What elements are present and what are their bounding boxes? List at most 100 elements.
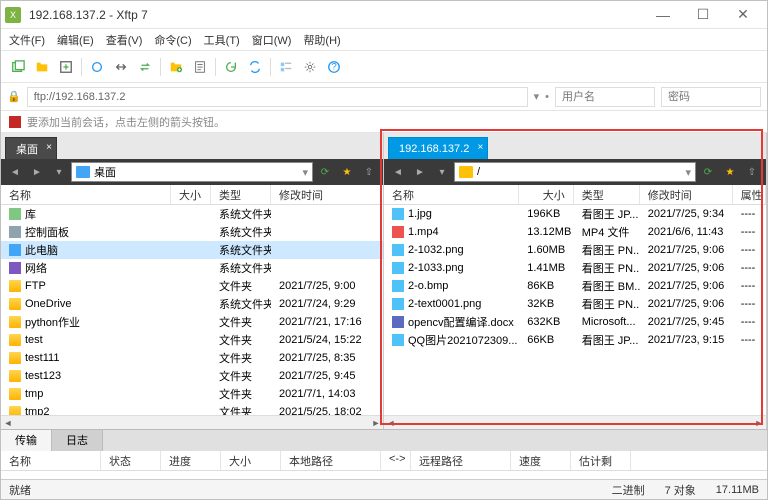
file-row[interactable]: test123文件夹2021/7/25, 9:45	[1, 367, 383, 385]
transfer-col[interactable]: 进度	[161, 451, 221, 470]
local-file-list[interactable]: 库系统文件夹控制面板系统文件夹此电脑系统文件夹网络系统文件夹FTP文件夹2021…	[1, 205, 383, 415]
back-icon[interactable]: ◄	[5, 162, 25, 182]
file-row[interactable]: 2-o.bmp86KB看图王 BM...2021/7/25, 9:06----	[384, 277, 766, 295]
properties-icon[interactable]	[189, 56, 211, 78]
transfer-col[interactable]: 估计剩	[571, 451, 631, 470]
back-icon[interactable]: ◄	[388, 162, 408, 182]
password-input[interactable]	[661, 87, 761, 107]
help-icon[interactable]: ?	[323, 56, 345, 78]
file-row[interactable]: QQ图片2021072309...66KB看图王 JP...2021/7/23,…	[384, 331, 766, 349]
file-row[interactable]: 控制面板系统文件夹	[1, 223, 383, 241]
forward-icon[interactable]: ►	[410, 162, 430, 182]
file-row[interactable]: FTP文件夹2021/7/25, 9:00	[1, 277, 383, 295]
refresh-icon[interactable]	[220, 56, 242, 78]
col-header[interactable]: 修改时间	[640, 185, 733, 204]
scrollbar-h[interactable]: ◄►	[1, 415, 383, 429]
file-row[interactable]: python作业文件夹2021/7/21, 17:16	[1, 313, 383, 331]
minimize-button[interactable]: —	[643, 1, 683, 29]
menu-帮助[interactable]: 帮助(H)	[303, 32, 340, 48]
up-icon[interactable]: ⇧	[359, 162, 379, 182]
bookmark-icon[interactable]: ★	[337, 162, 357, 182]
file-row[interactable]: 2-1033.png1.41MB看图王 PN...2021/7/25, 9:06…	[384, 259, 766, 277]
folder-icon	[459, 166, 473, 178]
file-type: 看图王 PN...	[574, 260, 640, 276]
col-header[interactable]: 类型	[574, 185, 640, 204]
file-row[interactable]: OneDrive系统文件夹2021/7/24, 9:29	[1, 295, 383, 313]
col-header[interactable]: 名称	[1, 185, 171, 204]
close-button[interactable]: ✕	[723, 1, 763, 29]
file-row[interactable]: 1.jpg196KB看图王 JP...2021/7/25, 9:34----	[384, 205, 766, 223]
folder-icon	[9, 298, 21, 310]
file-row[interactable]: 库系统文件夹	[1, 205, 383, 223]
file-row[interactable]: 此电脑系统文件夹	[1, 241, 383, 259]
remote-file-list[interactable]: 1.jpg196KB看图王 JP...2021/7/25, 9:34----1.…	[384, 205, 766, 415]
menu-工具[interactable]: 工具(T)	[204, 32, 240, 48]
options-icon[interactable]	[299, 56, 321, 78]
file-time: 2021/7/25, 9:45	[271, 370, 381, 382]
scrollbar-h[interactable]: ◄►	[384, 415, 766, 429]
file-name: 2-text0001.png	[408, 298, 481, 310]
col-header[interactable]: 修改时间	[271, 185, 381, 204]
new-window-icon[interactable]	[55, 56, 77, 78]
menu-查看[interactable]: 查看(V)	[106, 32, 143, 48]
bookmark-icon[interactable]: ★	[720, 162, 740, 182]
up-icon[interactable]: ⇧	[742, 162, 762, 182]
menu-命令[interactable]: 命令(C)	[154, 32, 191, 48]
tab-local-desktop[interactable]: 桌面 ×	[5, 137, 57, 159]
transfer-col[interactable]: 状态	[101, 451, 161, 470]
file-row[interactable]: test111文件夹2021/7/25, 8:35	[1, 349, 383, 367]
maximize-button[interactable]: ☐	[683, 1, 723, 29]
file-row[interactable]: 2-1032.png1.60MB看图王 PN...2021/7/25, 9:06…	[384, 241, 766, 259]
address-input[interactable]	[27, 87, 528, 107]
file-row[interactable]: opencv配置编译.docx632KBMicrosoft...2021/7/2…	[384, 313, 766, 331]
transfer-col[interactable]: 名称	[1, 451, 101, 470]
file-row[interactable]: tmp2文件夹2021/5/25, 18:02	[1, 403, 383, 415]
tab-log[interactable]: 日志	[52, 430, 103, 451]
transfer-icon[interactable]	[134, 56, 156, 78]
file-row[interactable]: test文件夹2021/5/24, 15:22	[1, 331, 383, 349]
menu-编辑[interactable]: 编辑(E)	[57, 32, 94, 48]
dropdown-icon[interactable]: ▾	[432, 162, 452, 182]
open-icon[interactable]	[31, 56, 53, 78]
col-header[interactable]: 名称	[384, 185, 519, 204]
dropdown-icon[interactable]: ▾	[534, 90, 540, 103]
refresh-icon[interactable]: ⟳	[315, 162, 335, 182]
tab-transfer[interactable]: 传输	[1, 430, 52, 451]
chevron-down-icon[interactable]: ▾	[685, 166, 691, 179]
menu-窗口[interactable]: 窗口(W)	[252, 32, 292, 48]
new-session-icon[interactable]	[7, 56, 29, 78]
col-header[interactable]: 大小	[519, 185, 573, 204]
transfer-col[interactable]: 大小	[221, 451, 281, 470]
new-folder-icon[interactable]	[165, 56, 187, 78]
refresh-icon[interactable]: ⟳	[698, 162, 718, 182]
view-icon[interactable]	[275, 56, 297, 78]
file-name: test	[25, 334, 43, 346]
file-row[interactable]: 1.mp413.12MBMP4 文件2021/6/6, 11:43----	[384, 223, 766, 241]
transfer-col[interactable]: 远程路径	[411, 451, 511, 470]
col-header[interactable]: 类型	[211, 185, 271, 204]
chevron-down-icon[interactable]: ▾	[302, 166, 308, 179]
file-time: 2021/7/25, 9:00	[271, 280, 381, 292]
tab-label: 桌面	[16, 141, 38, 157]
file-row[interactable]: 网络系统文件夹	[1, 259, 383, 277]
disconnect-icon[interactable]	[110, 56, 132, 78]
file-row[interactable]: tmp文件夹2021/7/1, 14:03	[1, 385, 383, 403]
file-row[interactable]: 2-text0001.png32KB看图王 PN...2021/7/25, 9:…	[384, 295, 766, 313]
file-type: 系统文件夹	[211, 206, 271, 222]
transfer-col[interactable]: 速度	[511, 451, 571, 470]
menu-文件[interactable]: 文件(F)	[9, 32, 45, 48]
reconnect-icon[interactable]	[86, 56, 108, 78]
sync-icon[interactable]	[244, 56, 266, 78]
close-tab-icon[interactable]: ×	[478, 142, 484, 153]
transfer-col[interactable]: <->	[381, 451, 411, 470]
forward-icon[interactable]: ►	[27, 162, 47, 182]
username-input[interactable]	[555, 87, 655, 107]
tab-remote-host[interactable]: 192.168.137.2 ×	[388, 137, 488, 159]
col-header[interactable]: 大小	[171, 185, 211, 204]
close-tab-icon[interactable]: ×	[46, 142, 52, 153]
col-header[interactable]: 属性	[733, 185, 766, 204]
dropdown-icon[interactable]: ▾	[49, 162, 69, 182]
remote-path-input[interactable]: / ▾	[454, 162, 696, 182]
transfer-col[interactable]: 本地路径	[281, 451, 381, 470]
local-path-input[interactable]: 桌面 ▾	[71, 162, 313, 182]
